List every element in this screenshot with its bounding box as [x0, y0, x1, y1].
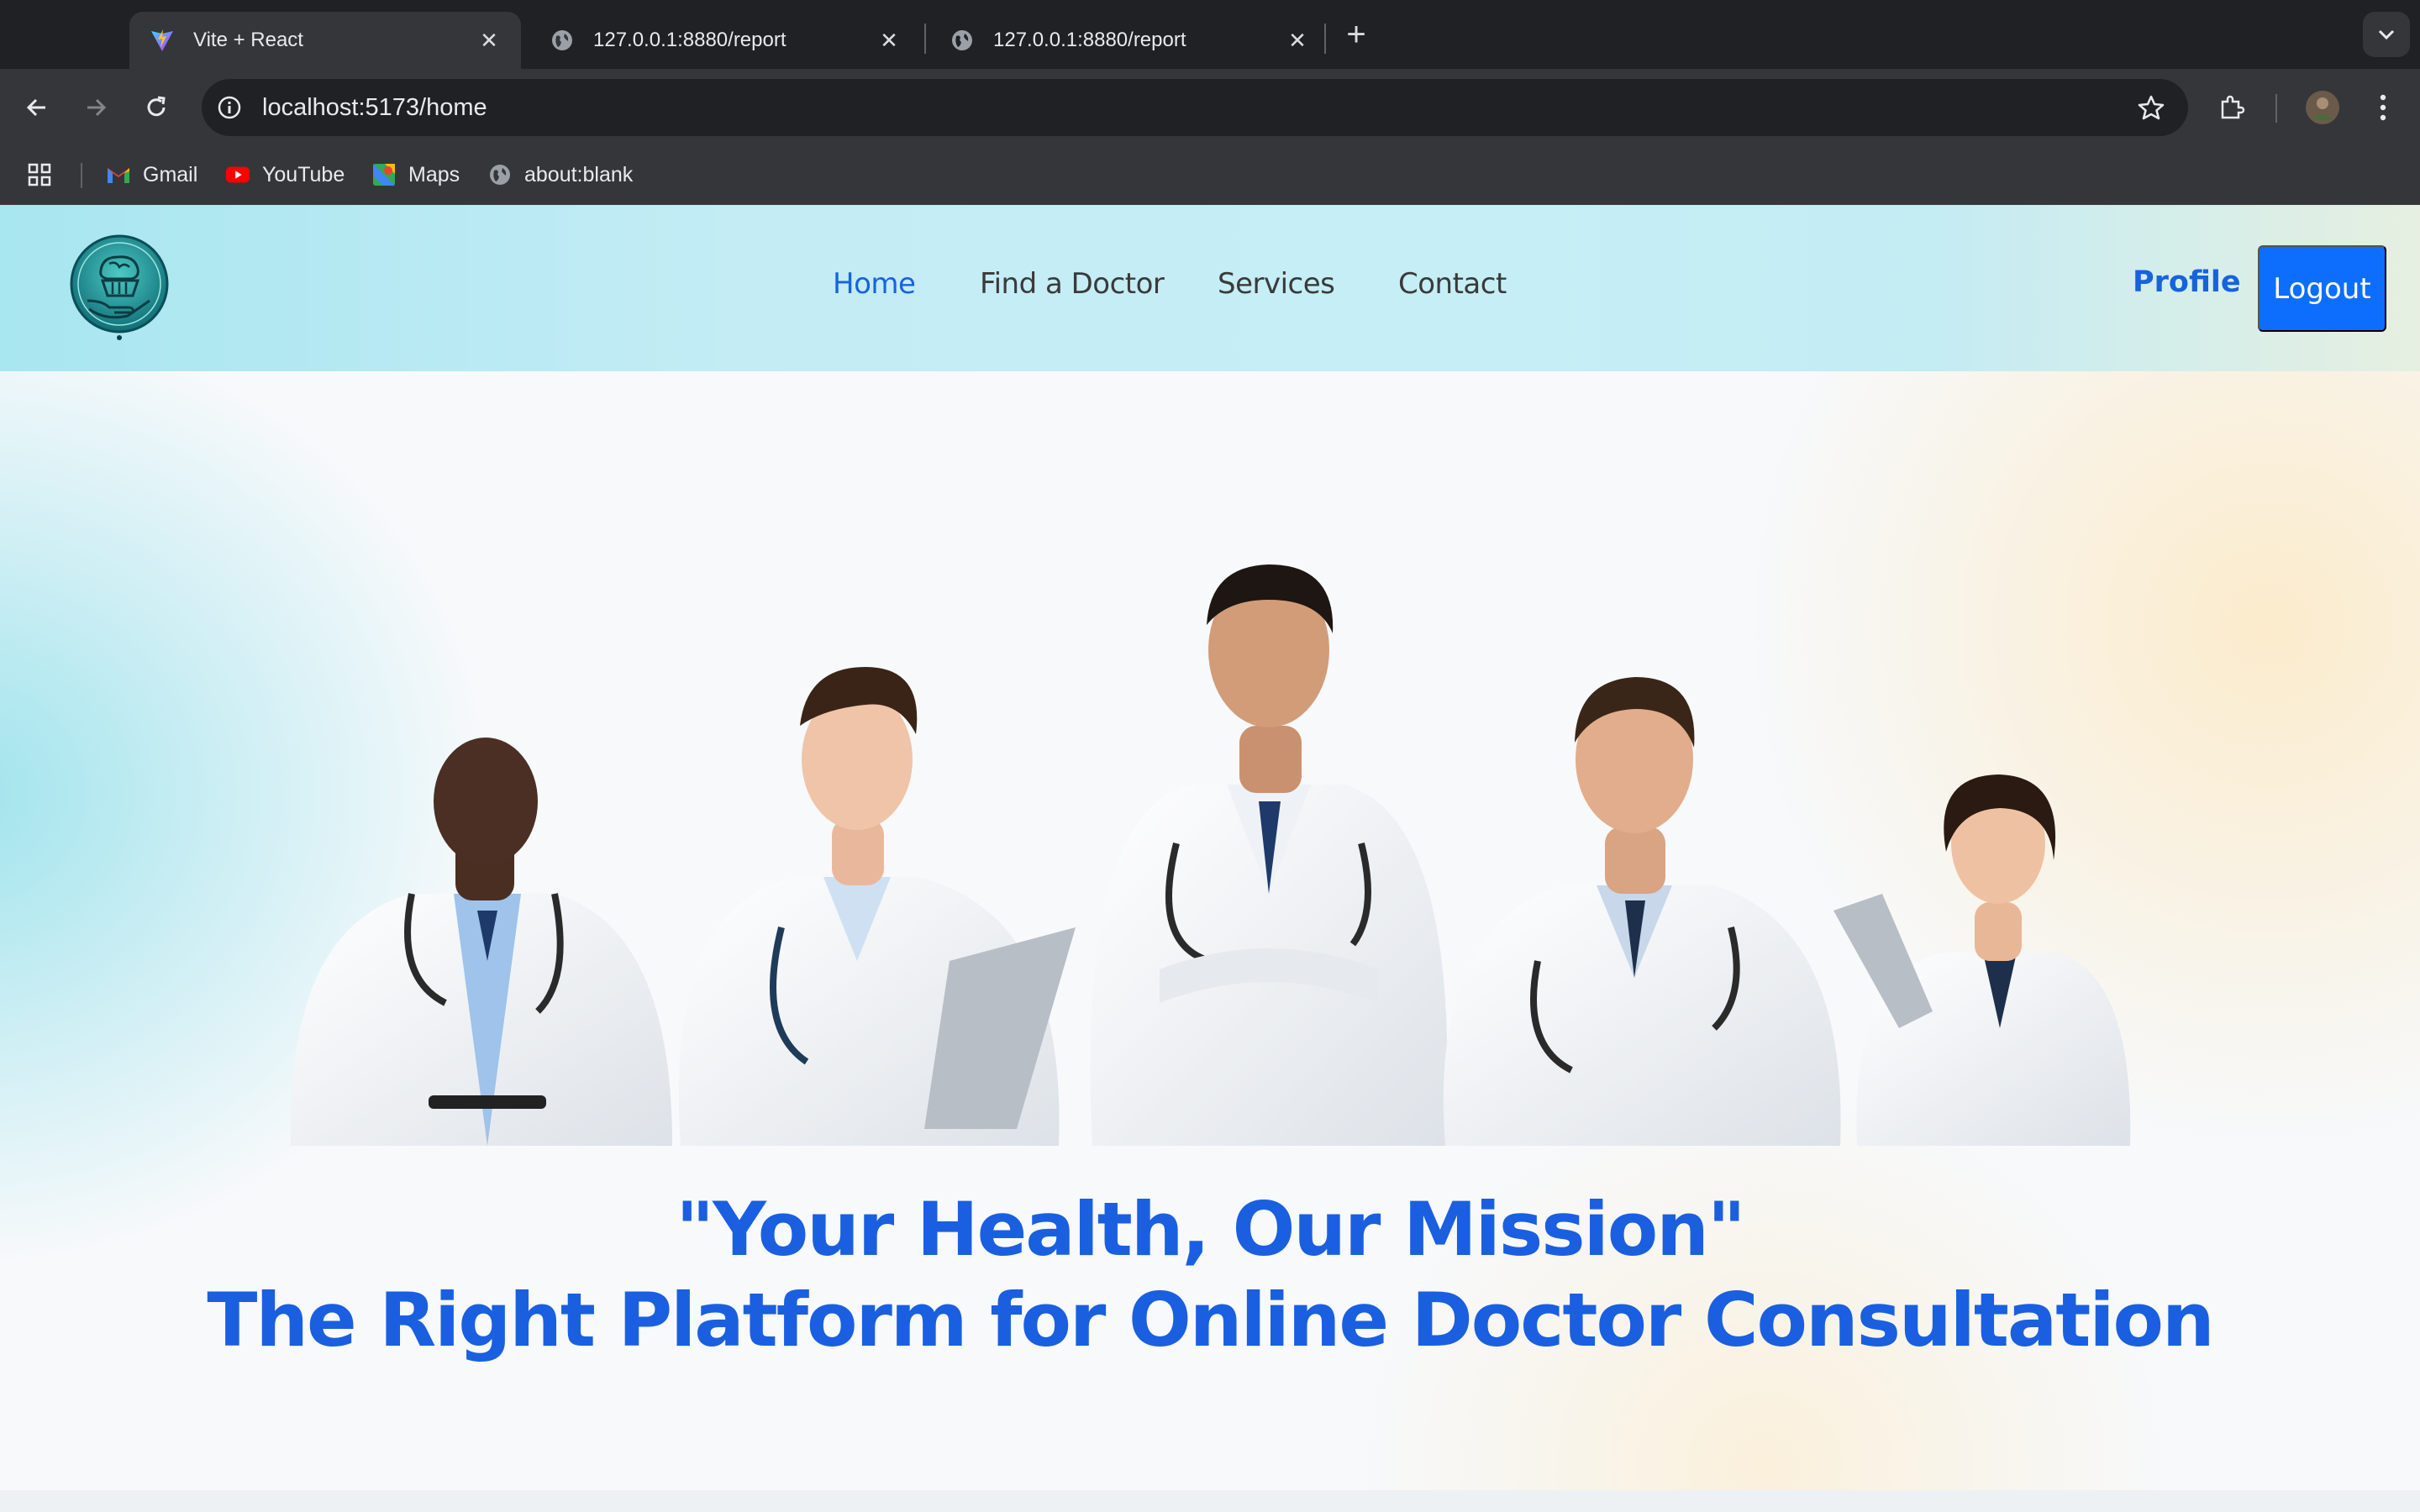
- reload-icon: [147, 96, 166, 117]
- bookmark-label: Maps: [408, 162, 460, 186]
- puzzle-icon: [2221, 95, 2245, 119]
- bookmark-maps[interactable]: Maps: [371, 156, 460, 193]
- tab-report-1[interactable]: 127.0.0.1:8880/report ✕: [529, 12, 921, 69]
- bookmark-label: Gmail: [143, 162, 198, 186]
- arrow-left-icon: [26, 98, 45, 117]
- section-divider: [0, 1490, 2420, 1512]
- site-navbar: Home Find a Doctor Services Contact Prof…: [0, 205, 2420, 371]
- new-tab-icon[interactable]: +: [1339, 15, 1373, 54]
- menu-button[interactable]: [2360, 84, 2407, 131]
- bookmarks-bar: Gmail YouTube Maps about:blank: [0, 144, 2420, 205]
- doctor-figure: [290, 738, 672, 1146]
- site-logo[interactable]: [69, 234, 170, 343]
- maps-icon: [371, 162, 397, 187]
- kebab-menu-icon: [2380, 94, 2386, 121]
- tab-label: 127.0.0.1:8880/report: [593, 29, 786, 51]
- close-icon[interactable]: ✕: [477, 28, 501, 53]
- close-icon[interactable]: ✕: [877, 28, 901, 53]
- profile-link[interactable]: Profile: [2133, 265, 2241, 299]
- globe-icon: [550, 28, 575, 53]
- back-button[interactable]: [13, 84, 60, 131]
- profile-avatar[interactable]: [2299, 84, 2346, 131]
- tab-label: Vite + React: [193, 29, 303, 51]
- hero-tagline: "Your Health, Our Mission": [676, 1186, 1745, 1273]
- browser-toolbar: localhost:5173/home: [0, 69, 2420, 144]
- bookmark-gmail[interactable]: Gmail: [106, 156, 197, 193]
- reload-button[interactable]: [133, 84, 180, 131]
- tab-separator: [1324, 24, 1326, 54]
- doctors-hero-image: [290, 564, 2131, 1146]
- nav-find-a-doctor[interactable]: Find a Doctor: [980, 267, 1165, 301]
- bookmark-youtube[interactable]: YouTube: [225, 156, 345, 193]
- arrow-right-icon: [87, 98, 107, 117]
- tab-label: 127.0.0.1:8880/report: [993, 29, 1186, 51]
- gmail-icon: [106, 162, 131, 187]
- hero-headline: The Right Platform for Online Doctor Con…: [207, 1277, 2214, 1363]
- page-content: Home Find a Doctor Services Contact Prof…: [0, 205, 2420, 1512]
- doctor-figure: [678, 667, 1076, 1146]
- bookmark-about-blank[interactable]: about:blank: [487, 156, 633, 193]
- chevron-down-icon: [2378, 29, 2395, 40]
- avatar-icon: [2306, 91, 2339, 124]
- toolbar-divider: [2275, 94, 2277, 123]
- bookmark-star-icon[interactable]: [2134, 91, 2168, 124]
- tab-report-2[interactable]: 127.0.0.1:8880/report ✕: [929, 12, 1329, 69]
- doctor-figure: [1090, 564, 1448, 1146]
- extensions-button[interactable]: [2208, 84, 2255, 131]
- doctor-figure: [1833, 774, 2131, 1146]
- doctor-figure: [1443, 677, 1841, 1146]
- nav-services[interactable]: Services: [1218, 267, 1335, 301]
- apps-button[interactable]: [27, 156, 52, 193]
- forward-button[interactable]: [72, 84, 119, 131]
- nav-home[interactable]: Home: [833, 267, 916, 301]
- site-info-icon[interactable]: [215, 93, 244, 122]
- url-text[interactable]: localhost:5173/home: [262, 94, 2134, 122]
- logo-icon: [70, 234, 169, 340]
- youtube-icon: [225, 162, 250, 187]
- logout-button[interactable]: Logout: [2258, 245, 2386, 332]
- tab-separator: [924, 24, 926, 54]
- nav-contact[interactable]: Contact: [1398, 267, 1507, 301]
- tab-search-button[interactable]: [2363, 12, 2410, 57]
- vite-icon: [150, 28, 175, 53]
- close-icon[interactable]: ✕: [1286, 28, 1309, 53]
- bookmark-label: YouTube: [262, 162, 345, 186]
- tab-vite-react[interactable]: Vite + React ✕: [129, 12, 521, 69]
- tab-strip: Vite + React ✕ 127.0.0.1:8880/report ✕ 1…: [0, 0, 2420, 69]
- apps-grid-icon: [28, 163, 51, 186]
- globe-icon: [950, 28, 975, 53]
- bookmark-divider: [81, 163, 82, 188]
- bookmark-label: about:blank: [524, 162, 634, 186]
- address-bar[interactable]: localhost:5173/home: [202, 79, 2188, 136]
- globe-icon: [487, 162, 513, 187]
